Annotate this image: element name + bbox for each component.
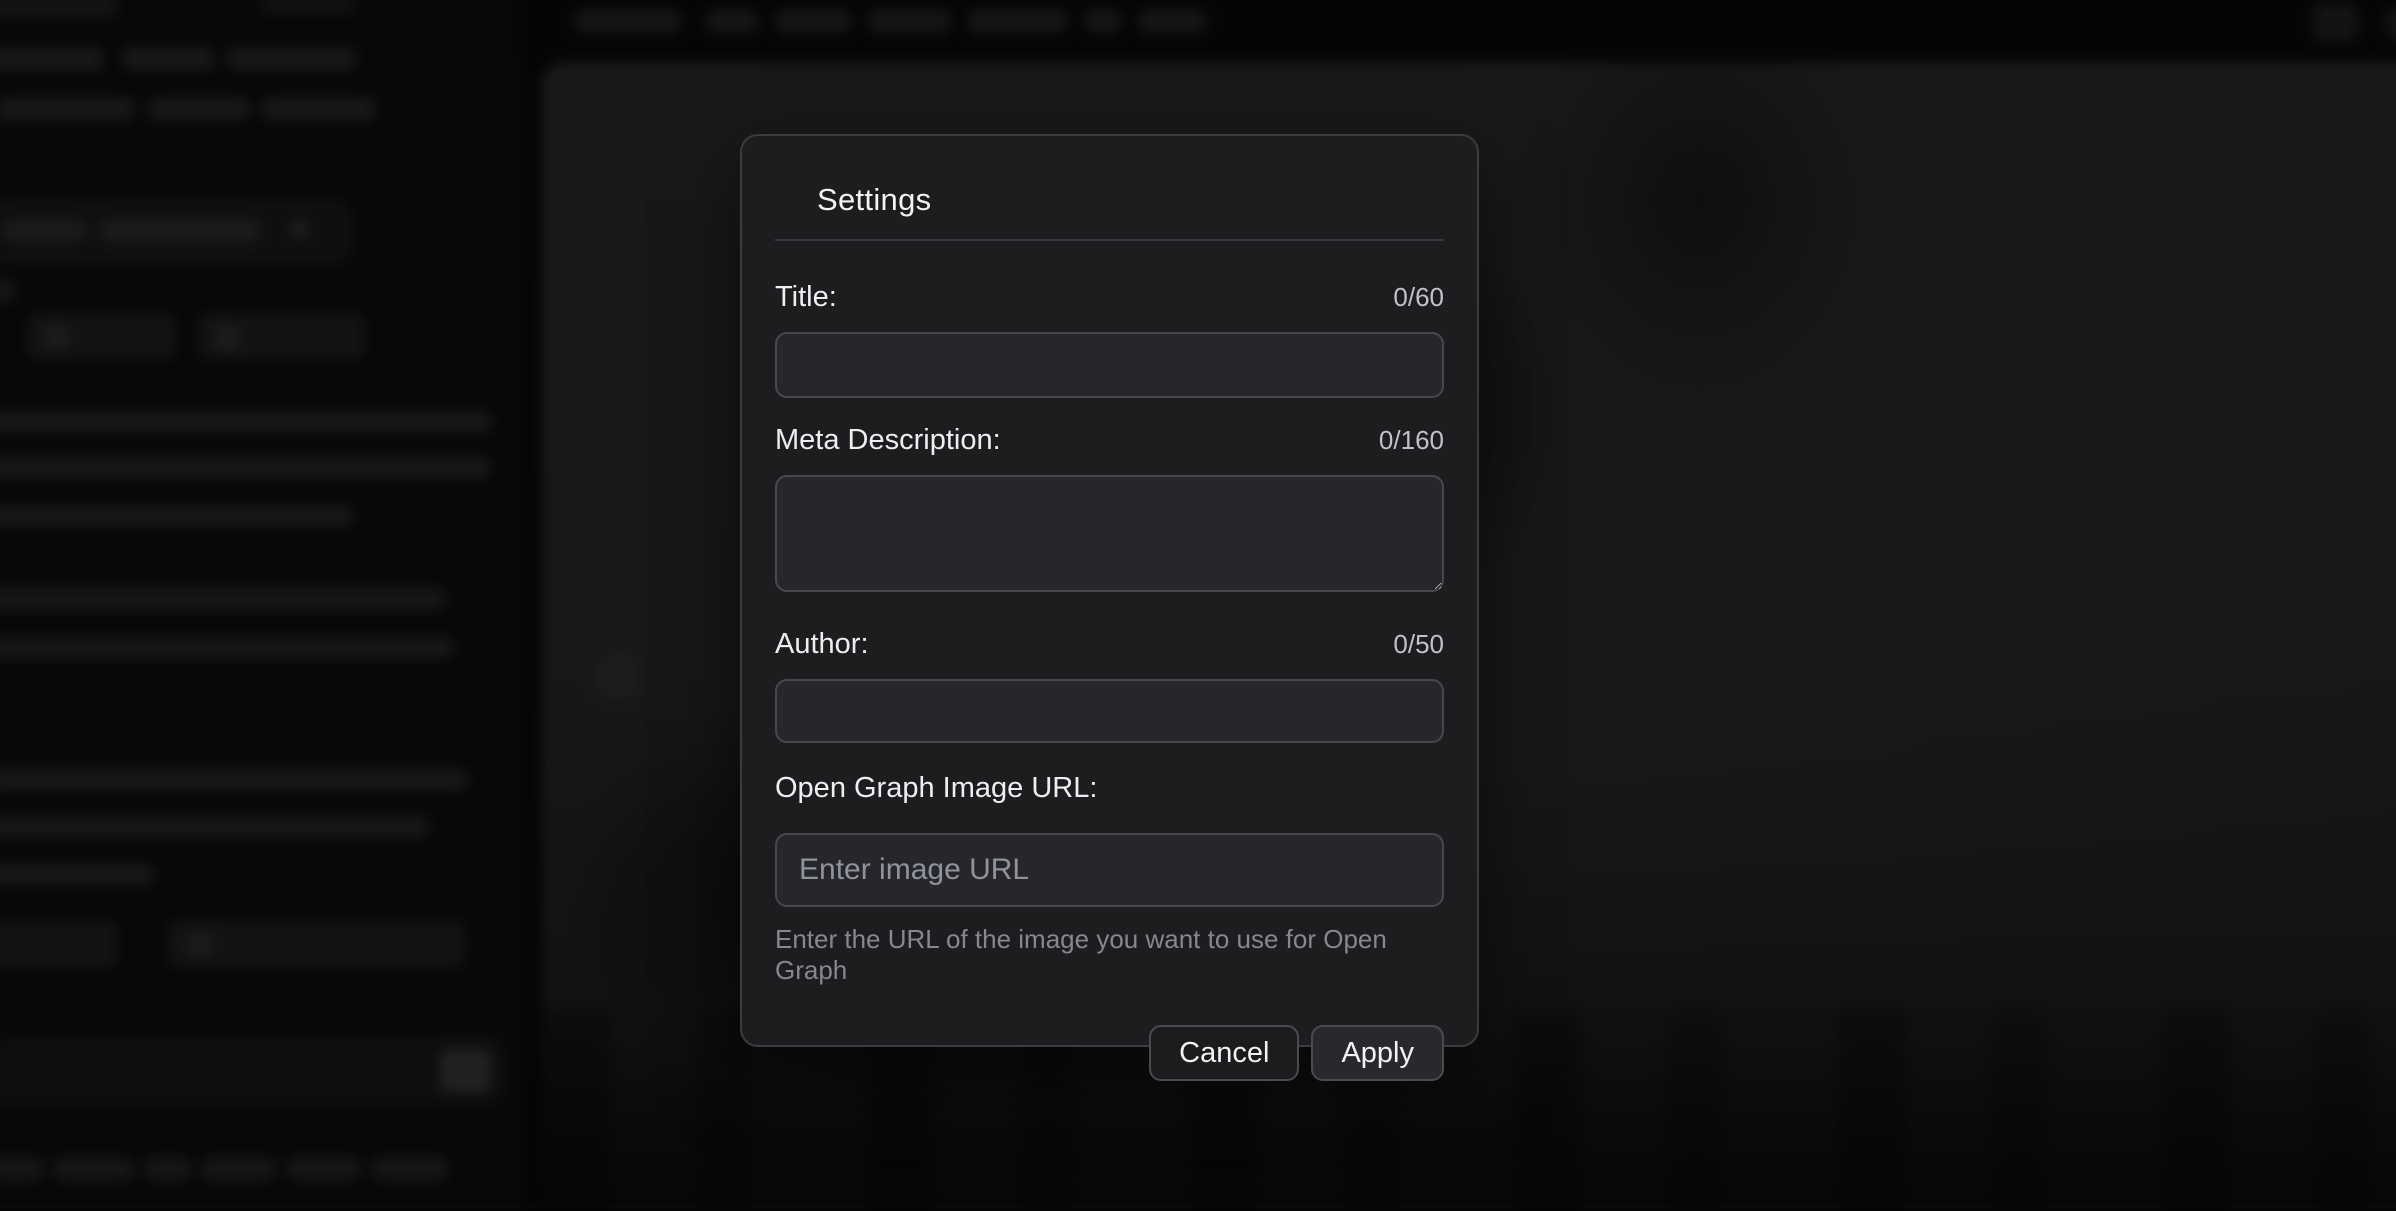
cancel-button[interactable]: Cancel <box>1149 1025 1299 1081</box>
title-label: Title: <box>775 281 837 314</box>
meta-description-textarea[interactable] <box>775 475 1444 592</box>
settings-modal: Settings Title: 0/60 Meta Description: 0… <box>740 134 1479 1047</box>
title-char-counter: 0/60 <box>1393 282 1444 313</box>
author-char-counter: 0/50 <box>1393 629 1444 660</box>
open-graph-helper-text: Enter the URL of the image you want to u… <box>775 924 1444 986</box>
modal-divider <box>775 239 1444 241</box>
apply-button[interactable]: Apply <box>1311 1025 1444 1081</box>
author-input[interactable] <box>775 679 1444 743</box>
author-label: Author: <box>775 628 869 661</box>
modal-title: Settings <box>817 182 1444 218</box>
meta-description-char-counter: 0/160 <box>1379 425 1444 456</box>
title-input[interactable] <box>775 332 1444 398</box>
meta-description-label: Meta Description: <box>775 424 1001 457</box>
open-graph-url-input[interactable] <box>775 833 1444 907</box>
open-graph-url-label: Open Graph Image URL: <box>775 772 1097 805</box>
